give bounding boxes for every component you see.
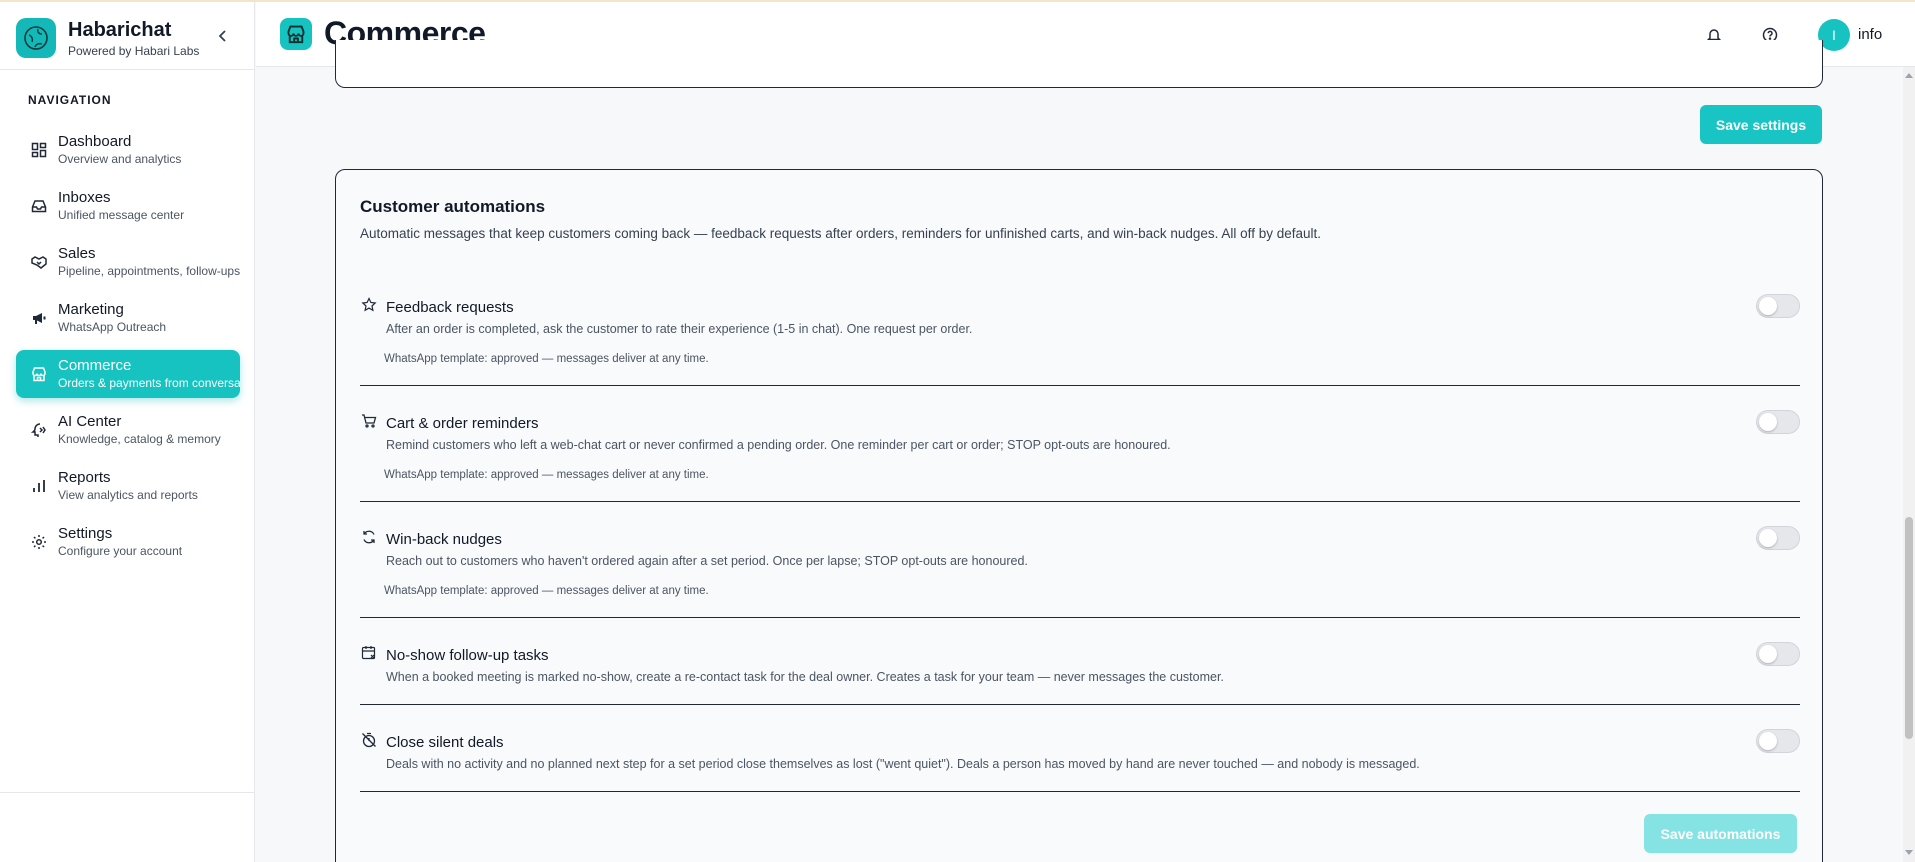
settings-card bbox=[335, 40, 1823, 88]
grid-icon bbox=[30, 141, 48, 159]
card-title: Customer automations bbox=[360, 197, 546, 216]
toggle-knob bbox=[1759, 529, 1777, 547]
brand-tagline: Powered by Habari Labs bbox=[68, 43, 200, 58]
sidebar-item-sub: Knowledge, catalog & memory bbox=[58, 432, 221, 446]
toggle-knob bbox=[1759, 732, 1777, 750]
chevron-left-icon bbox=[218, 30, 226, 42]
automation-close-silent-deals: Close silent deals Deals with no activit… bbox=[360, 729, 1800, 792]
brand-name: Habarichat bbox=[68, 18, 172, 41]
collapse-sidebar-button[interactable] bbox=[214, 24, 232, 48]
automation-description: Reach out to customers who haven't order… bbox=[386, 554, 1028, 568]
cart-reminders-toggle[interactable] bbox=[1756, 410, 1800, 434]
scroll-down-arrow-icon[interactable] bbox=[1905, 850, 1913, 855]
divider bbox=[0, 69, 255, 70]
sidebar-item-ai-center[interactable]: AI Center Knowledge, catalog & memory bbox=[16, 406, 240, 454]
sidebar-item-sub: WhatsApp Outreach bbox=[58, 320, 167, 334]
sidebar-item-label: Inboxes bbox=[58, 189, 111, 206]
sidebar-item-dashboard[interactable]: Dashboard Overview and analytics bbox=[16, 126, 240, 174]
store-icon bbox=[30, 365, 48, 383]
automation-cart-reminders: Cart & order reminders Remind customers … bbox=[360, 410, 1800, 502]
automation-description: After an order is completed, ask the cus… bbox=[386, 322, 973, 336]
automation-no-show-follow-up: No-show follow-up tasks When a booked me… bbox=[360, 642, 1800, 705]
automation-feedback-requests: Feedback requests After an order is comp… bbox=[360, 294, 1800, 386]
automation-description: When a booked meeting is marked no-show,… bbox=[386, 670, 1224, 684]
toggle-knob bbox=[1759, 297, 1777, 315]
close-silent-deals-toggle[interactable] bbox=[1756, 729, 1800, 753]
card-description: Automatic messages that keep customers c… bbox=[360, 226, 1321, 241]
sidebar-item-reports[interactable]: Reports View analytics and reports bbox=[16, 462, 240, 510]
sidebar-item-label: Sales bbox=[58, 245, 96, 262]
page-scrollbar[interactable] bbox=[1903, 67, 1915, 862]
sidebar-item-sub: Pipeline, appointments, follow-ups bbox=[58, 264, 240, 278]
sidebar-item-sub: Configure your account bbox=[58, 544, 183, 558]
automation-title: Win-back nudges bbox=[386, 531, 502, 548]
save-settings-button[interactable]: Save settings bbox=[1700, 105, 1822, 144]
scrollbar-thumb[interactable] bbox=[1905, 517, 1913, 739]
sidebar: Habarichat Powered by Habari Labs NAVIGA… bbox=[0, 2, 255, 862]
sidebar-item-sub: Orders & payments from conversations bbox=[58, 376, 240, 390]
sidebar-item-label: Reports bbox=[58, 469, 111, 486]
megaphone-icon bbox=[30, 309, 48, 327]
automation-title: Close silent deals bbox=[386, 734, 504, 751]
sidebar-item-sales[interactable]: Sales Pipeline, appointments, follow-ups bbox=[16, 238, 240, 286]
win-back-nudges-toggle[interactable] bbox=[1756, 526, 1800, 550]
user-name[interactable]: info bbox=[1858, 26, 1882, 43]
feedback-requests-toggle[interactable] bbox=[1756, 294, 1800, 318]
sidebar-item-settings[interactable]: Settings Configure your account bbox=[16, 518, 240, 566]
timer-off-icon bbox=[360, 731, 378, 749]
nav-list: Dashboard Overview and analytics Inboxes U… bbox=[16, 126, 240, 574]
sidebar-item-marketing[interactable]: Marketing WhatsApp Outreach bbox=[16, 294, 240, 342]
sidebar-item-label: Dashboard bbox=[58, 133, 132, 150]
sidebar-item-inboxes[interactable]: Inboxes Unified message center bbox=[16, 182, 240, 230]
bar-chart-icon bbox=[30, 477, 48, 495]
toggle-knob bbox=[1759, 413, 1777, 431]
template-status: WhatsApp template: approved — messages d… bbox=[384, 469, 709, 481]
automation-win-back-nudges: Win-back nudges Reach out to customers w… bbox=[360, 526, 1800, 618]
refresh-icon bbox=[360, 528, 378, 546]
toggle-knob bbox=[1759, 645, 1777, 663]
inbox-icon bbox=[30, 197, 48, 215]
store-icon bbox=[280, 18, 312, 50]
sidebar-item-sub: Unified message center bbox=[58, 208, 185, 222]
gear-icon bbox=[30, 533, 48, 551]
no-show-follow-up-toggle[interactable] bbox=[1756, 642, 1800, 666]
brand-logo-icon bbox=[16, 18, 56, 58]
sidebar-item-label: AI Center bbox=[58, 413, 122, 430]
sidebar-item-commerce[interactable]: Commerce Orders & payments from conversat… bbox=[16, 350, 240, 398]
automation-title: No-show follow-up tasks bbox=[386, 647, 549, 664]
handshake-icon bbox=[30, 253, 48, 271]
template-status: WhatsApp template: approved — messages d… bbox=[384, 585, 709, 597]
save-automations-button[interactable]: Save automations bbox=[1644, 814, 1797, 853]
sidebar-item-sub: View analytics and reports bbox=[58, 488, 198, 502]
customer-automations-card: Customer automations Automatic messages … bbox=[335, 169, 1823, 862]
sidebar-item-sub: Overview and analytics bbox=[58, 152, 182, 166]
calendar-x-icon bbox=[360, 644, 378, 662]
automation-description: Deals with no activity and no planned ne… bbox=[386, 757, 1420, 771]
automation-title: Cart & order reminders bbox=[386, 415, 539, 432]
scroll-up-arrow-icon[interactable] bbox=[1905, 73, 1913, 78]
sidebar-item-label: Commerce bbox=[58, 357, 132, 374]
sidebar-item-label: Marketing bbox=[58, 301, 124, 318]
automation-title: Feedback requests bbox=[386, 299, 514, 316]
star-icon bbox=[360, 296, 378, 314]
automation-description: Remind customers who left a web-chat car… bbox=[386, 438, 1171, 452]
ai-brain-icon bbox=[30, 421, 48, 439]
cart-icon bbox=[360, 412, 378, 430]
divider bbox=[0, 792, 255, 793]
nav-heading: NAVIGATION bbox=[28, 93, 112, 107]
template-status: WhatsApp template: approved — messages d… bbox=[384, 353, 709, 365]
sidebar-item-label: Settings bbox=[58, 525, 113, 542]
